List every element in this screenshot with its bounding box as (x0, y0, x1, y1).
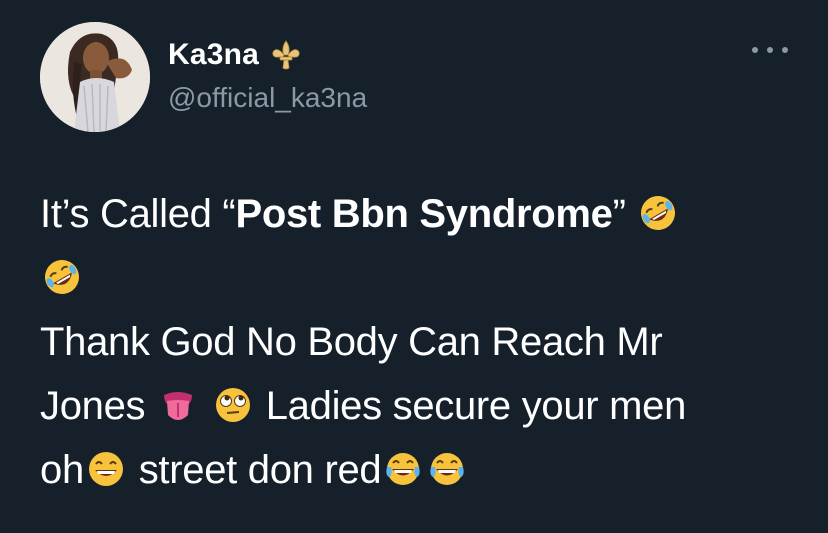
tweet-text-segment: oh (40, 448, 84, 492)
dot (752, 47, 758, 53)
grin-emoji (88, 452, 123, 486)
user-handle[interactable]: @official_ka3na (168, 82, 367, 114)
tweet-line-3: Thank God No Body Can Reach Mr (40, 320, 663, 364)
tongue-emoji (164, 392, 193, 420)
tweet-text-segment: Jones (40, 384, 146, 428)
dot (782, 47, 788, 53)
rofl-emoji (45, 260, 79, 294)
tweet-text-segment: It’s Called “ (40, 192, 236, 236)
tweet-line-1: It’s Called “Post Bbn Syndrome” (40, 182, 780, 246)
tweet-line-2 (40, 246, 780, 310)
tears-of-joy-emoji (386, 453, 421, 485)
eye-roll-emoji (215, 388, 250, 422)
tears-of-joy-emoji (430, 453, 465, 485)
rofl-emoji (641, 196, 676, 230)
fleur-de-lis-icon (269, 38, 303, 72)
tweet-text-segment: Ladies secure your men (265, 384, 687, 428)
tweet-text-segment: street don red (138, 448, 382, 492)
tweet-line-4: Jones Ladies secure your men (40, 374, 780, 438)
avatar[interactable] (40, 22, 150, 132)
more-options-icon[interactable] (752, 44, 788, 56)
tweet-line-5: oh street don red (40, 438, 780, 502)
profile-photo (40, 22, 150, 132)
tweet-text: It’s Called “Post Bbn Syndrome” Thank Go… (40, 182, 780, 502)
dot (767, 47, 773, 53)
author-name-row[interactable]: Ka3na (168, 38, 303, 72)
display-name[interactable]: Ka3na (168, 38, 259, 72)
tweet-text-segment: ” (612, 192, 626, 236)
tweet-bold-phrase: Post Bbn Syndrome (235, 192, 613, 236)
